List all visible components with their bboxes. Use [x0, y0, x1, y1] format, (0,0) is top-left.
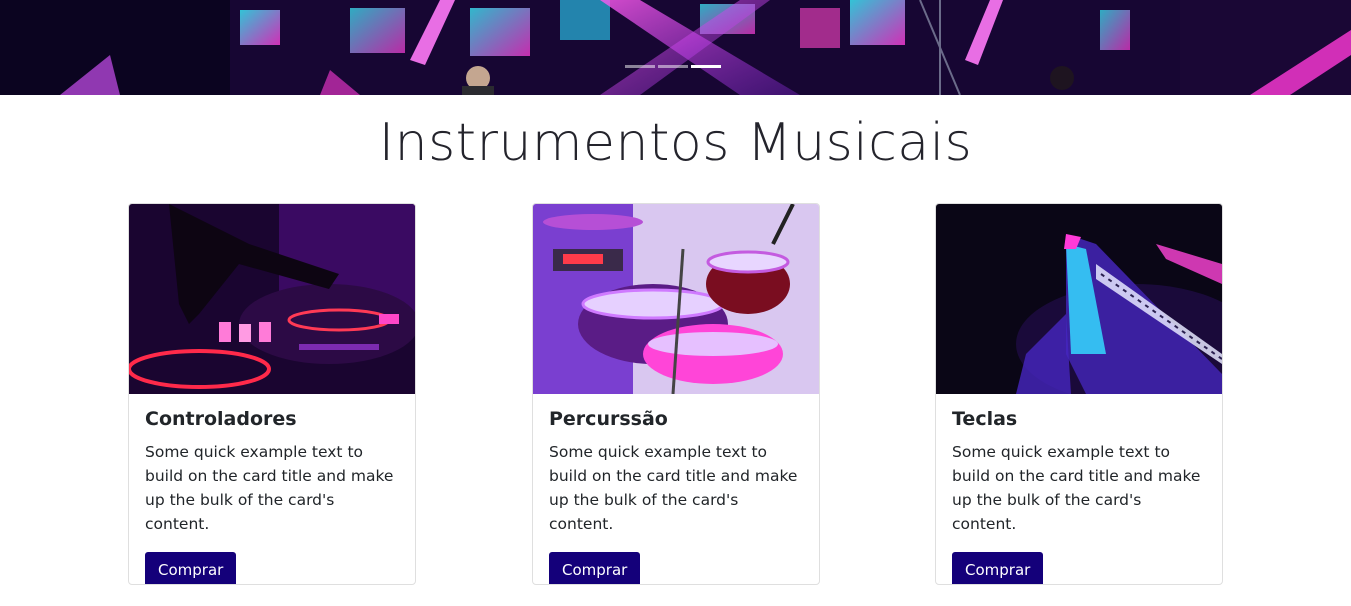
product-card-teclas: Teclas Some quick example text to build …: [935, 203, 1223, 585]
card-text: Some quick example text to build on the …: [952, 443, 1201, 533]
card-title: Percurssão: [549, 408, 668, 430]
comprar-button[interactable]: Comprar: [549, 552, 641, 584]
comprar-button[interactable]: Comprar: [145, 552, 237, 584]
card-text: Some quick example text to build on the …: [145, 443, 394, 533]
card-text: Some quick example text to build on the …: [549, 443, 798, 533]
card-title: Teclas: [952, 408, 1018, 430]
product-card-controladores: Controladores Some quick example text to…: [128, 203, 416, 585]
card-title: Controladores: [145, 408, 297, 430]
carousel-indicator-3[interactable]: [691, 65, 721, 68]
carousel-indicator-1[interactable]: [625, 65, 655, 68]
carousel-indicators: [625, 65, 721, 68]
page-title: Instrumentos Musicais: [378, 113, 973, 173]
drum-kit-image: [533, 204, 819, 394]
keyboard-image: [936, 204, 1222, 394]
comprar-button[interactable]: Comprar: [952, 552, 1044, 584]
hero-carousel: [0, 0, 1351, 95]
dj-controller-image: [129, 204, 415, 394]
concert-stage-image: [0, 0, 1351, 95]
carousel-indicator-2[interactable]: [658, 65, 688, 68]
product-card-percurssao: Percurssão Some quick example text to bu…: [532, 203, 820, 585]
